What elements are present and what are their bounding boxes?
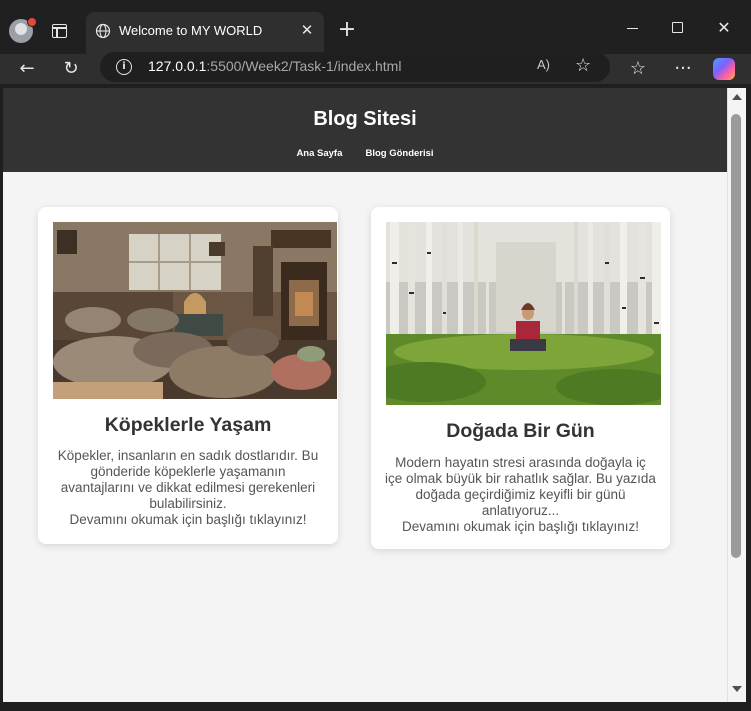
scrollbar-thumb[interactable] <box>731 114 741 558</box>
post-excerpt-text: Köpekler, insanların en sadık dostlarıdı… <box>57 448 319 511</box>
site-nav: Ana Sayfa Blog Gönderisi <box>3 141 727 160</box>
post-title[interactable]: Köpeklerle Yaşam <box>38 414 338 437</box>
post-cta-text: Devamını okumak için başlığı tıklayınız! <box>69 512 307 527</box>
post-title[interactable]: Doğada Bir Gün <box>371 420 670 443</box>
read-aloud-icon[interactable]: A) <box>537 57 550 72</box>
maximize-icon[interactable] <box>662 18 692 38</box>
more-icon[interactable]: ··· <box>671 57 695 81</box>
browser-title-bar: Welcome to MY WORLD ✕ + ✕ <box>0 0 751 54</box>
site-header: Blog Sitesi Ana Sayfa Blog Gönderisi <box>3 88 727 172</box>
scroll-up-arrow-icon[interactable] <box>732 94 742 100</box>
close-window-icon[interactable]: ✕ <box>709 18 739 38</box>
scroll-down-arrow-icon[interactable] <box>732 686 742 692</box>
site-title: Blog Sitesi <box>313 108 417 130</box>
info-icon[interactable]: i <box>116 59 132 75</box>
window-bottom-edge <box>0 702 751 711</box>
url-path: :5500/Week2/Task-1/index.html <box>206 58 402 74</box>
reload-icon[interactable]: ↻ <box>59 57 83 81</box>
dogs-living-room-image <box>53 222 337 399</box>
minimize-icon[interactable] <box>617 18 647 38</box>
blog-card-nature: Doğada Bir Gün Modern hayatın stresi ara… <box>371 207 670 549</box>
post-cta-text: Devamını okumak için başlığı tıklayınız! <box>401 519 640 534</box>
close-icon[interactable]: ✕ <box>298 21 316 39</box>
copilot-icon[interactable] <box>713 58 735 80</box>
url-text[interactable]: 127.0.0.1:5500/Week2/Task-1/index.html <box>148 58 401 74</box>
nav-link-blog-post[interactable]: Blog Gönderisi <box>365 148 433 159</box>
page-viewport: Blog Sitesi Ana Sayfa Blog Gönderisi Köp… <box>3 88 727 702</box>
tab-title: Welcome to MY WORLD <box>119 23 263 38</box>
blog-card-dogs: Köpeklerle Yaşam Köpekler, insanların en… <box>38 207 338 544</box>
plus-icon[interactable]: + <box>337 19 357 41</box>
address-bar[interactable]: i 127.0.0.1:5500/Week2/Task-1/index.html… <box>100 52 610 82</box>
post-excerpt-text: Modern hayatın stresi arasında doğayla i… <box>385 455 656 518</box>
post-excerpt: Köpekler, insanların en sadık dostlarıdı… <box>52 448 324 528</box>
notification-dot <box>27 17 37 27</box>
active-tab[interactable]: Welcome to MY WORLD ✕ <box>86 12 324 54</box>
birch-forest-image <box>386 222 661 405</box>
nav-link-home[interactable]: Ana Sayfa <box>296 148 342 159</box>
tab-actions-icon[interactable] <box>52 24 67 38</box>
browser-toolbar: ← ↻ i 127.0.0.1:5500/Week2/Task-1/index.… <box>0 52 751 84</box>
favorites-icon[interactable]: ☆ <box>626 57 650 81</box>
star-icon[interactable]: ☆ <box>575 55 591 76</box>
post-excerpt: Modern hayatın stresi arasında doğayla i… <box>385 455 656 535</box>
globe-icon <box>95 23 111 39</box>
back-arrow-icon[interactable]: ← <box>15 57 39 81</box>
vertical-scrollbar[interactable] <box>727 88 746 702</box>
url-host: 127.0.0.1 <box>148 58 207 74</box>
